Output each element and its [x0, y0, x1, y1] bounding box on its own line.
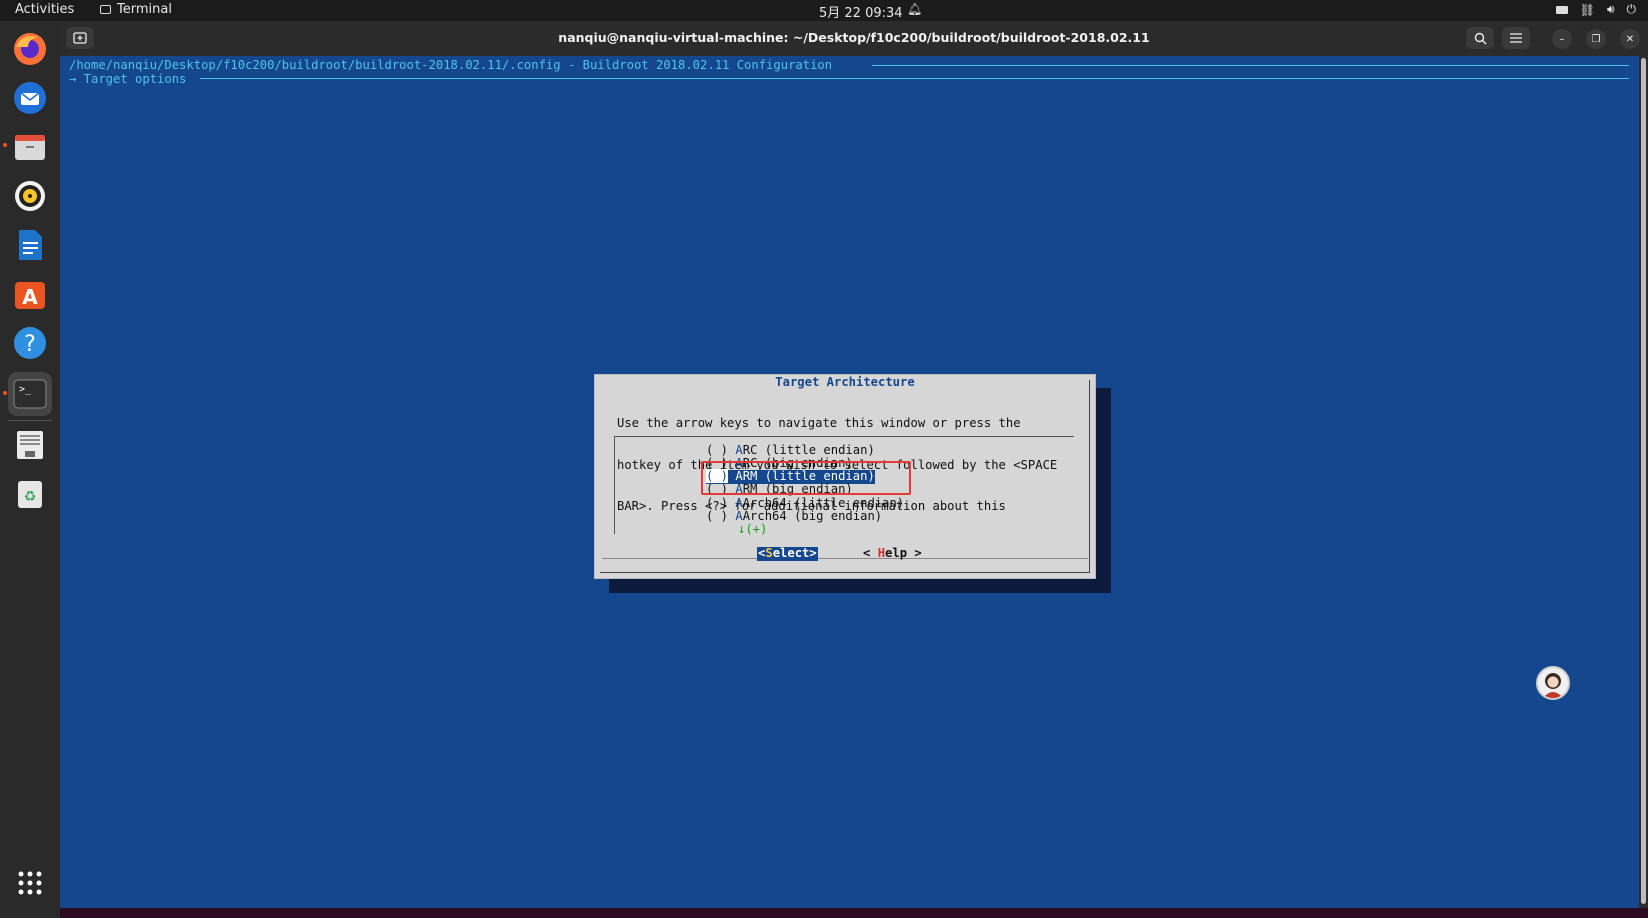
dock: A ? >_ ♻: [0, 21, 60, 918]
highlight-annotation-box: [701, 461, 911, 495]
options-list[interactable]: ( ) ARC (little endian) ( ) ARC (big end…: [614, 436, 1074, 536]
target-architecture-dialog: Target Architecture Use the arrow keys t…: [594, 374, 1096, 579]
thunderbird-icon[interactable]: [10, 78, 50, 118]
svg-text:♻: ♻: [24, 489, 37, 505]
avatar[interactable]: [1536, 666, 1570, 700]
config-path: /home/nanqiu/Desktop/f10c200/buildroot/b…: [69, 58, 833, 72]
volume-icon[interactable]: 🔊︎: [1607, 2, 1615, 17]
terminal-icon: [100, 5, 111, 14]
scrollbar-thumb[interactable]: [1641, 58, 1646, 904]
trash-icon[interactable]: ♻: [10, 474, 50, 514]
notification-icon[interactable]: 🔔︎: [907, 2, 922, 16]
help-icon[interactable]: ?: [10, 323, 50, 363]
firefox-icon[interactable]: [10, 29, 50, 69]
app-menu[interactable]: Terminal: [100, 2, 172, 17]
svg-text:?: ?: [24, 332, 36, 357]
title-bar[interactable]: nanqiu@nanqiu-virtual-machine: ~/Desktop…: [60, 21, 1648, 56]
keyboard-icon[interactable]: [1555, 5, 1568, 14]
restore-icon[interactable]: ❐: [1586, 29, 1606, 49]
show-apps-icon[interactable]: [10, 863, 50, 903]
app-name: Terminal: [117, 2, 172, 17]
files-icon[interactable]: [10, 127, 50, 167]
help-button[interactable]: < Help >: [863, 546, 922, 561]
hamburger-menu-icon[interactable]: [1502, 27, 1530, 49]
terminal-app-icon[interactable]: >_: [8, 372, 52, 416]
terminal-window: nanqiu@nanqiu-virtual-machine: ~/Desktop…: [60, 21, 1648, 918]
desktop-strip: [60, 908, 1648, 918]
option-aarch64-big[interactable]: ( ) AArch64 (big endian): [706, 509, 882, 524]
header-rule: [872, 65, 1629, 66]
network-icon[interactable]: ⛓: [1580, 3, 1595, 17]
scrollbar[interactable]: [1639, 56, 1648, 908]
writer-icon[interactable]: [10, 225, 50, 265]
breadcrumb: → Target options: [69, 72, 187, 86]
breadcrumb-rule: [200, 78, 1629, 79]
svg-text:A: A: [22, 285, 38, 309]
app-center-icon[interactable]: A: [10, 274, 50, 314]
window-title: nanqiu@nanqiu-virtual-machine: ~/Desktop…: [558, 30, 1150, 45]
help-line: Use the arrow keys to navigate this wind…: [617, 416, 1021, 431]
dialog-title: Target Architecture: [775, 375, 915, 389]
more-indicator: ↓(+): [738, 522, 768, 536]
clock[interactable]: 5月 22 09:34: [819, 2, 903, 21]
minimize-icon[interactable]: –: [1552, 29, 1572, 49]
svg-text:>_: >_: [19, 384, 32, 395]
select-button[interactable]: <Select>: [757, 546, 818, 561]
rhythmbox-icon[interactable]: [10, 176, 50, 216]
power-icon[interactable]: ⏻: [1627, 2, 1637, 17]
top-bar: Activities Terminal 5月 22 09:34 🔔︎ ⛓ 🔊︎ …: [0, 0, 1648, 21]
search-icon[interactable]: [1466, 27, 1494, 49]
button-separator: [602, 558, 1088, 559]
activities-button[interactable]: Activities: [15, 2, 74, 17]
terminal-screen[interactable]: /home/nanqiu/Desktop/f10c200/buildroot/b…: [60, 56, 1639, 908]
close-icon[interactable]: ✕: [1620, 29, 1640, 49]
system-tray[interactable]: ⛓ 🔊︎ ⏻: [1555, 2, 1637, 17]
file-manager-icon[interactable]: [10, 425, 50, 465]
